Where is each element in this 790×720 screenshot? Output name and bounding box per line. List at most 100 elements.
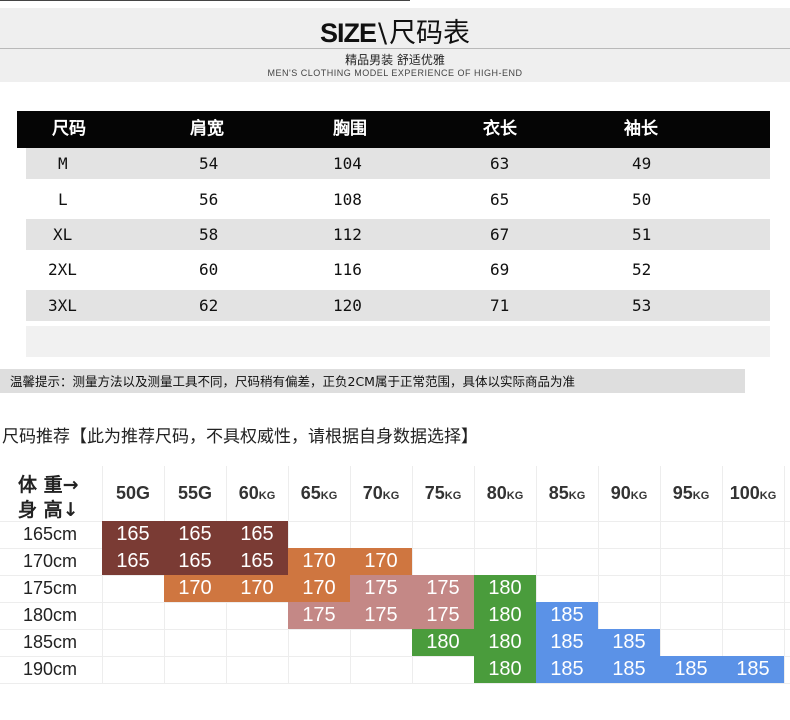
top-rule xyxy=(0,0,410,1)
weight-header: 50G xyxy=(102,466,164,521)
corner-weight-label: 体 重→ xyxy=(18,474,79,496)
weight-unit: KG xyxy=(506,490,524,502)
recommended-size-cell: 170 xyxy=(288,575,350,602)
weight-header: 55G xyxy=(164,466,226,521)
height-label: 175cm xyxy=(22,578,78,598)
cell-chest: 112 xyxy=(333,225,362,244)
cell-length: 63 xyxy=(490,154,510,173)
tip-text: 温馨提示：测量方法以及测量工具不同，尺码稍有偏差，正负2CM属于正常范围，具体以… xyxy=(10,374,575,389)
recommended-size-cell: 185 xyxy=(536,629,598,656)
cell-chest: 104 xyxy=(333,154,362,173)
size-row-m: M 54 104 63 49 xyxy=(26,148,770,179)
weight-value: 70 xyxy=(362,483,383,503)
cell-size: L xyxy=(58,190,68,209)
cell-sleeve: 51 xyxy=(632,225,652,244)
recommended-size-cell: 165 xyxy=(164,521,226,548)
header-chest: 胸围 xyxy=(333,119,367,139)
weight-value: 100 xyxy=(729,483,760,503)
measurement-tip: 温馨提示：测量方法以及测量工具不同，尺码稍有偏差，正负2CM属于正常范围，具体以… xyxy=(0,369,745,393)
recommended-size-cell: 175 xyxy=(288,602,350,629)
recommended-size-cell: 165 xyxy=(226,521,288,548)
weight-value: 75 xyxy=(424,483,445,503)
weight-header: 65KG xyxy=(288,466,350,521)
recommended-size-cell: 185 xyxy=(598,656,660,683)
cell-shoulder: 60 xyxy=(199,260,219,279)
cell-length: 69 xyxy=(490,260,510,279)
weight-value: 90 xyxy=(610,483,631,503)
cell-chest: 108 xyxy=(333,190,362,209)
banner-separator: \ xyxy=(377,18,388,49)
cell-size: M xyxy=(58,154,68,173)
recommended-size-cell: 170 xyxy=(226,575,288,602)
cell-shoulder: 54 xyxy=(199,154,219,173)
recommended-size-cell: 170 xyxy=(164,575,226,602)
recommended-size-cell: 180 xyxy=(474,629,536,656)
height-label: 190cm xyxy=(22,659,78,679)
size-table-header: 尺码 肩宽 胸围 衣长 袖长 xyxy=(17,111,770,148)
weight-unit: KG xyxy=(320,490,338,502)
recommended-size-cell: 175 xyxy=(412,575,474,602)
header-size: 尺码 xyxy=(52,119,86,139)
header-shoulder: 肩宽 xyxy=(190,119,224,139)
recommended-size-cell: 165 xyxy=(102,548,164,575)
weight-unit: KG xyxy=(568,490,586,502)
weight-unit: KG xyxy=(258,490,276,502)
corner-height-label: 身 高↓ xyxy=(18,499,79,521)
recommended-size-cell: 180 xyxy=(474,575,536,602)
size-recommendation-grid: 体 重→ 身 高↓ 50G 55G 60KG 65KG 70KG 75KG 80KG 85KG… xyxy=(0,466,790,684)
banner-size-word: SIZE xyxy=(319,18,377,48)
weight-value: 55G xyxy=(177,483,213,503)
recommended-size-cell: 180 xyxy=(412,629,474,656)
cell-sleeve: 50 xyxy=(632,190,652,209)
weight-unit: KG xyxy=(444,490,462,502)
cell-length: 67 xyxy=(490,225,510,244)
weight-unit: KG xyxy=(630,490,648,502)
weight-value: 65 xyxy=(300,483,321,503)
recommended-size-cell: 175 xyxy=(350,575,412,602)
cell-size: 2XL xyxy=(48,260,77,279)
weight-value: 80 xyxy=(486,483,507,503)
cell-chest: 120 xyxy=(333,296,362,315)
cell-length: 65 xyxy=(490,190,510,209)
weight-value: 50G xyxy=(115,483,151,503)
cell-shoulder: 62 xyxy=(199,296,219,315)
weight-header: 90KG xyxy=(598,466,660,521)
grid-line xyxy=(0,629,790,630)
weight-unit: KG xyxy=(692,490,710,502)
height-label: 180cm xyxy=(22,605,78,625)
banner-title: SIZE\尺码表 xyxy=(0,11,790,50)
height-label: 170cm xyxy=(22,551,78,571)
grid-line xyxy=(0,683,790,684)
height-label: 185cm xyxy=(22,632,78,652)
recommended-size-cell: 180 xyxy=(474,656,536,683)
weight-value: 85 xyxy=(548,483,569,503)
weight-value: 95 xyxy=(672,483,693,503)
weight-header: 70KG xyxy=(350,466,412,521)
header-sleeve: 袖长 xyxy=(624,119,658,139)
size-table-empty-row xyxy=(26,326,770,357)
recommended-size-cell: 185 xyxy=(722,656,784,683)
banner-tagline: MEN'S CLOTHING MODEL EXPERIENCE OF HIGH-… xyxy=(267,68,523,78)
recommended-size-cell: 170 xyxy=(288,548,350,575)
recommended-size-cell: 185 xyxy=(536,602,598,629)
size-row-2xl: 2XL 60 116 69 52 xyxy=(26,254,770,285)
grid-corner: 体 重→ 身 高↓ xyxy=(0,466,100,521)
size-row-3xl: 3XL 62 120 71 53 xyxy=(26,290,770,321)
recommended-size-cell: 165 xyxy=(226,548,288,575)
weight-unit: KG xyxy=(382,490,400,502)
recommended-size-cell: 165 xyxy=(102,521,164,548)
weight-header: 95KG xyxy=(660,466,722,521)
recommended-size-cell: 185 xyxy=(598,629,660,656)
cell-shoulder: 56 xyxy=(199,190,219,209)
cell-shoulder: 58 xyxy=(199,225,219,244)
cell-size: 3XL xyxy=(48,296,77,315)
recommendation-title: 尺码推荐【此为推荐尺码，不具权威性，请根据自身数据选择】 xyxy=(2,427,478,447)
weight-header: 60KG xyxy=(226,466,288,521)
recommended-size-cell: 185 xyxy=(660,656,722,683)
recommended-size-cell: 185 xyxy=(536,656,598,683)
recommended-size-cell: 165 xyxy=(164,548,226,575)
weight-unit: KG xyxy=(759,490,777,502)
cell-chest: 116 xyxy=(333,260,362,279)
recommended-size-cell: 175 xyxy=(350,602,412,629)
cell-size: XL xyxy=(53,225,73,244)
